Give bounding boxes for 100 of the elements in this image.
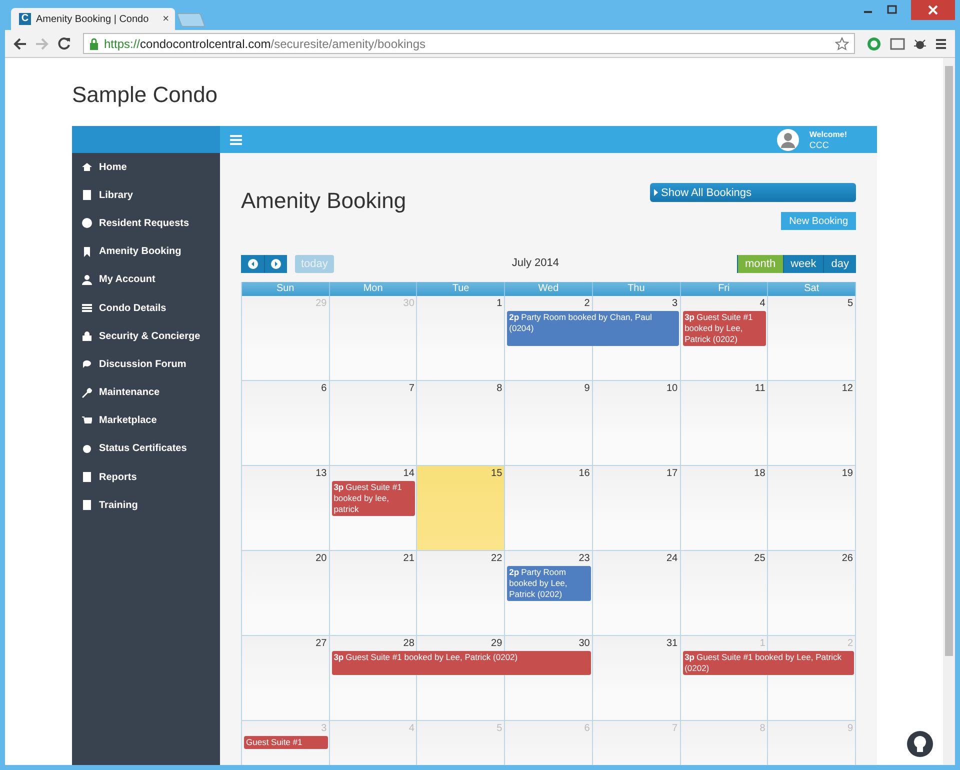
day-cell[interactable] — [768, 381, 856, 466]
previous-button[interactable] — [241, 255, 264, 273]
sidebar-item[interactable]: My Account — [72, 266, 220, 294]
day-cell[interactable] — [505, 381, 593, 466]
day-number: 13 — [316, 468, 328, 479]
day-cell[interactable] — [417, 381, 506, 466]
day-cell[interactable] — [330, 551, 418, 636]
next-icon — [271, 259, 281, 269]
day-number: 6 — [584, 723, 591, 734]
sidebar-item[interactable]: Resident Requests — [72, 209, 220, 238]
booking-event[interactable]: Guest Suite #1 — [244, 736, 328, 749]
day-cell[interactable] — [592, 466, 681, 551]
day-number: 24 — [666, 553, 679, 564]
day-number: 5 — [496, 723, 504, 734]
day-cell[interactable] — [680, 466, 768, 551]
favicon: C — [19, 13, 31, 25]
scrollbar[interactable] — [943, 58, 955, 765]
sidebar-item[interactable]: Home — [72, 153, 220, 182]
maximize-icon[interactable] — [887, 5, 897, 15]
sidebar-item[interactable]: Reports — [72, 463, 220, 492]
day-cell[interactable] — [242, 381, 330, 466]
sidebar-item[interactable]: Library — [72, 181, 220, 210]
view-button[interactable]: week — [782, 255, 824, 273]
close-window-button[interactable] — [911, 0, 955, 20]
close-icon — [928, 5, 938, 15]
day-cell[interactable] — [242, 296, 330, 381]
home-icon — [82, 162, 92, 172]
booking-event[interactable]: 2p Party Room booked by Lee, Patrick (0202) — [507, 566, 591, 601]
day-number: 7 — [672, 723, 679, 734]
booking-event[interactable]: 3p Guest Suite #1 booked by lee, patrick — [332, 481, 416, 516]
day-number: 7 — [408, 383, 416, 394]
day-number: 3 — [321, 723, 328, 734]
day-number: 4 — [760, 298, 766, 309]
day-number: 20 — [316, 553, 328, 564]
day-cell[interactable] — [417, 551, 506, 636]
reload-icon[interactable] — [57, 36, 71, 50]
square-icon — [82, 500, 92, 510]
sidebar-item[interactable]: Condo Details — [72, 294, 220, 322]
new-tab-button[interactable] — [176, 13, 206, 27]
cast-icon[interactable] — [889, 36, 905, 50]
wrench-icon — [82, 388, 92, 398]
day-cell[interactable] — [330, 296, 418, 381]
show-all-bookings-button[interactable]: Show All Bookings — [650, 183, 856, 202]
day-number: 2 — [584, 298, 591, 309]
sidebar-item[interactable]: Amenity Booking — [72, 238, 220, 266]
day-cell[interactable] — [417, 296, 506, 381]
day-cell[interactable] — [592, 636, 681, 721]
sidebar-item[interactable]: Marketplace — [72, 406, 220, 435]
day-number: 12 — [842, 383, 854, 394]
booking-event[interactable]: 3p Guest Suite #1 booked by Lee, Patrick (0202) — [332, 651, 591, 675]
day-cell[interactable] — [242, 636, 330, 721]
day-number: 16 — [578, 468, 591, 479]
bug-icon[interactable] — [913, 36, 927, 50]
booking-event[interactable]: 3p Guest Suite #1 booked by Lee, Patrick (0202) — [682, 311, 766, 346]
tab-close-button[interactable]: × — [162, 13, 169, 25]
day-cell[interactable] — [330, 381, 418, 466]
ring-icon[interactable] — [867, 36, 881, 50]
day-number: 9 — [584, 383, 591, 394]
day-number: 3 — [672, 298, 679, 309]
day-number: 30 — [403, 298, 416, 309]
day-cell[interactable] — [242, 551, 330, 636]
day-cell[interactable] — [768, 296, 856, 381]
next-button[interactable] — [264, 255, 287, 273]
previous-icon — [248, 259, 258, 269]
avatar-icon — [777, 128, 800, 150]
day-number: 9 — [847, 723, 854, 734]
day-cell[interactable] — [768, 551, 856, 636]
booking-event[interactable]: 2p Party Room booked by Chan, Paul (0204) — [507, 311, 679, 346]
sidebar-item[interactable]: Maintenance — [72, 378, 220, 407]
day-number: 10 — [666, 383, 679, 394]
star-icon[interactable] — [835, 36, 849, 50]
day-number: 31 — [666, 638, 679, 649]
welcome-text: Welcome! — [809, 130, 847, 140]
lightbulb-icon[interactable] — [907, 731, 933, 757]
address-bar[interactable]: https://condocontrolcentral.com/securesite/amenity/bookings — [83, 33, 855, 54]
sidebar-item[interactable]: Security & Concierge — [72, 322, 220, 350]
chat-bubble-icon — [82, 359, 92, 370]
day-cell[interactable] — [242, 466, 330, 551]
lock-icon — [82, 331, 92, 342]
day-cell[interactable] — [592, 381, 681, 466]
day-cell[interactable] — [592, 551, 681, 636]
day-number: 1 — [760, 638, 766, 649]
sidebar-item[interactable]: Status Certificates — [72, 434, 220, 464]
browser-tab[interactable]: C Amenity Booking | Condo × — [11, 8, 175, 30]
forward-icon[interactable] — [35, 36, 49, 50]
booking-event[interactable]: 3p Guest Suite #1 booked by Lee, Patrick (0202) — [682, 651, 854, 675]
day-cell[interactable] — [505, 466, 593, 551]
day-cell[interactable] — [680, 551, 768, 636]
view-button[interactable]: day — [823, 255, 856, 273]
back-icon[interactable] — [13, 36, 27, 50]
day-number: 1 — [496, 298, 504, 309]
sidebar-item[interactable]: Training — [72, 491, 220, 520]
day-cell[interactable] — [417, 466, 506, 551]
day-cell[interactable] — [768, 466, 856, 551]
day-number: 23 — [578, 553, 591, 564]
user-icon — [82, 274, 92, 285]
day-cell[interactable] — [680, 381, 768, 466]
sidebar-item[interactable]: Discussion Forum — [72, 350, 220, 378]
list-icon — [82, 303, 92, 314]
menu-icon[interactable] — [935, 38, 947, 50]
